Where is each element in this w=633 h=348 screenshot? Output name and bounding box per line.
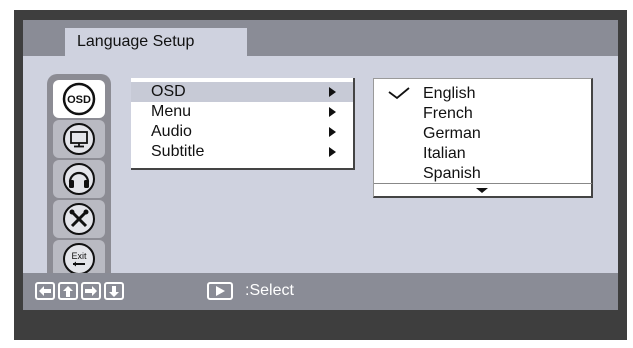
language-option-french[interactable]: French [374, 104, 592, 124]
menu-item-label: Audio [151, 123, 192, 140]
menu-item-label: Menu [151, 103, 192, 120]
submenu-arrow-icon [329, 127, 336, 137]
arrow-left-icon [35, 282, 55, 300]
submenu-arrow-icon [329, 107, 336, 117]
headphones-icon [63, 163, 95, 195]
sidebar-item-monitor[interactable] [53, 120, 105, 158]
footer-bar: :Select [23, 273, 618, 310]
arrow-down-icon [104, 282, 124, 300]
osd-icon-label: OSD [67, 94, 91, 106]
menu-item-audio[interactable]: Audio [131, 122, 353, 142]
language-label: French [423, 105, 473, 122]
language-scroll-area [373, 180, 593, 190]
play-select-icon [207, 282, 233, 300]
menu-item-menu[interactable]: Menu [131, 102, 353, 122]
checkmark-icon [388, 87, 410, 100]
page-title: Language Setup [65, 28, 247, 56]
sidebar: OSD Exit [47, 74, 111, 283]
language-label: German [423, 125, 481, 142]
exit-icon-label: Exit [71, 251, 87, 261]
osd-screen: Language Setup OSD Exit OSD Menu Audio S… [23, 20, 618, 310]
sidebar-item-osd[interactable]: OSD [53, 80, 105, 118]
language-option-english[interactable]: English [374, 84, 592, 104]
exit-icon: Exit [63, 243, 95, 275]
sidebar-item-tools[interactable] [53, 200, 105, 238]
title-bar: Language Setup [23, 20, 618, 56]
osd-icon: OSD [62, 82, 96, 116]
sidebar-item-headphones[interactable] [53, 160, 105, 198]
menu-item-label: OSD [151, 83, 186, 100]
menu-item-subtitle[interactable]: Subtitle [131, 142, 353, 162]
submenu-arrow-icon [329, 147, 336, 157]
menu-item-osd[interactable]: OSD [131, 82, 353, 102]
menu-item-label: Subtitle [151, 143, 205, 160]
language-label: English [423, 85, 476, 102]
arrow-right-icon [81, 282, 101, 300]
submenu-arrow-icon [329, 87, 336, 97]
language-option-german[interactable]: German [374, 124, 592, 144]
arrow-up-icon [58, 282, 78, 300]
tools-icon [63, 203, 95, 235]
settings-menu: OSD Menu Audio Subtitle [131, 78, 355, 170]
select-hint: :Select [245, 282, 294, 299]
language-option-italian[interactable]: Italian [374, 144, 592, 164]
monitor-icon [63, 123, 95, 155]
language-label: Italian [423, 145, 466, 162]
